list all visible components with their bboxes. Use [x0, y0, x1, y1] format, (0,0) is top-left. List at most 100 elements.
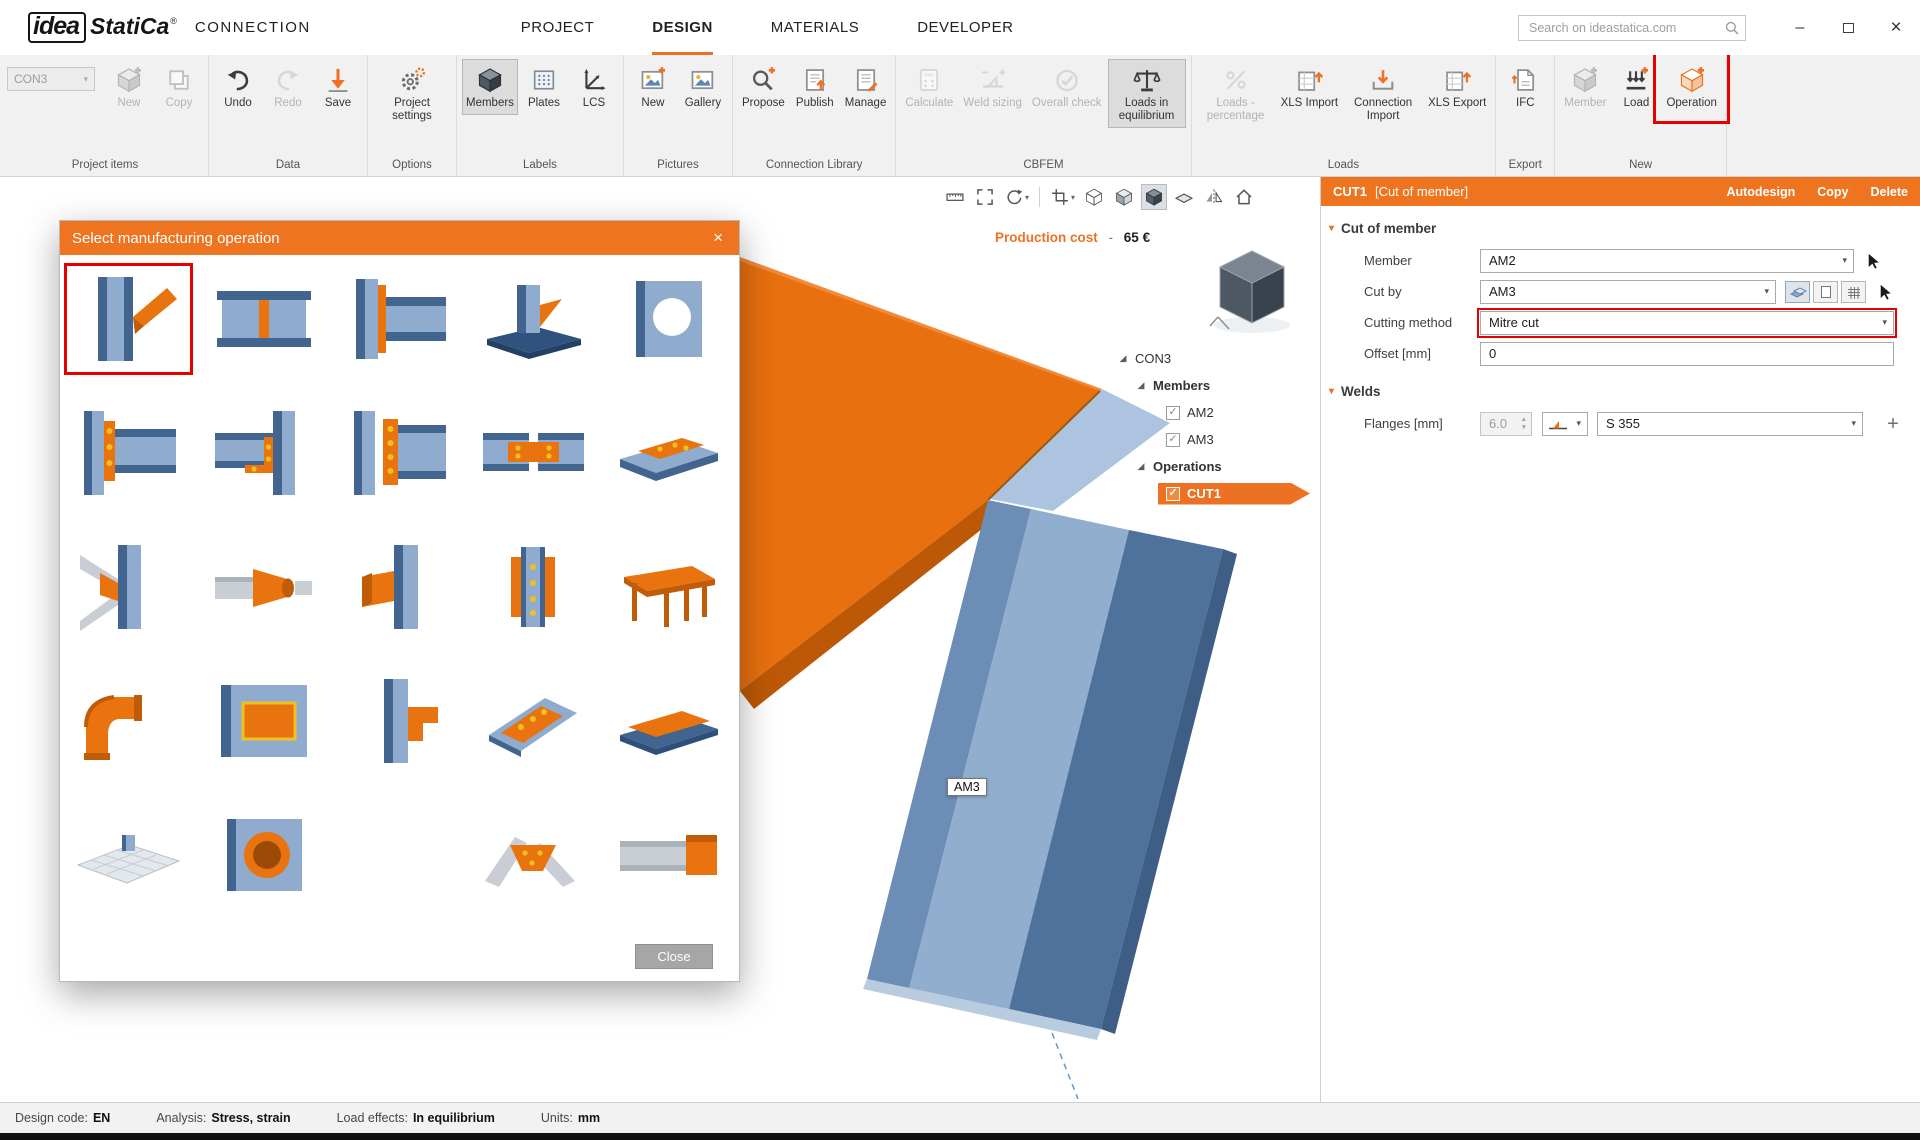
member-select[interactable]: AM2 ▾ — [1480, 249, 1854, 273]
ribbon-button-plates[interactable]: Plates — [520, 59, 568, 115]
weld-type-select[interactable]: ▾ — [1542, 412, 1588, 436]
cutby-plate-button[interactable] — [1813, 281, 1838, 303]
ribbon-button-members[interactable]: Members — [462, 59, 518, 115]
operation-thumb-flange-plate[interactable] — [612, 405, 725, 501]
chevron-down-icon: ▾ — [1851, 418, 1856, 429]
checkbox-checked[interactable]: ✓ — [1166, 406, 1180, 420]
delete-operation-button[interactable]: Delete — [1870, 185, 1908, 199]
ribbon-button-gallery[interactable]: Gallery — [679, 59, 727, 115]
close-button[interactable]: × — [1872, 0, 1920, 55]
cutby-surface-button[interactable] — [1785, 281, 1810, 303]
section-cut-of-member[interactable]: ▾ Cut of member — [1329, 221, 1920, 236]
ribbon-button-lcs[interactable]: LCS — [570, 59, 618, 115]
operation-thumb-opening-stiffener[interactable] — [207, 673, 320, 769]
pick-member-pointer-icon[interactable] — [1865, 252, 1883, 270]
search-input[interactable] — [1518, 15, 1746, 41]
tree-node-am3[interactable]: ✓ AM3 — [1118, 426, 1323, 453]
operation-thumb-welded-gusset[interactable] — [477, 807, 590, 903]
tree-node-operations[interactable]: ◢ Operations — [1118, 453, 1323, 480]
operation-thumb-bolted-plates[interactable] — [477, 539, 590, 635]
viewport-tool-cube-solid[interactable] — [1141, 184, 1167, 210]
viewport-tool-home[interactable] — [1231, 184, 1257, 210]
pick-cutby-pointer-icon[interactable] — [1877, 283, 1895, 301]
tab-project[interactable]: PROJECT — [521, 0, 595, 55]
ribbon-group-new: MemberLoadOperationNew — [1555, 55, 1727, 176]
ribbon-button-connection-import[interactable]: Connection Import — [1344, 59, 1422, 128]
checkbox-checked[interactable]: ✓ — [1166, 433, 1180, 447]
viewport-tool-measure[interactable] — [942, 184, 968, 210]
operation-thumb-gusset-plate[interactable] — [72, 539, 185, 635]
tab-design[interactable]: DESIGN — [652, 0, 713, 55]
tree-node-con3[interactable]: ◢ CON3 — [1118, 345, 1323, 372]
operation-thumb-stiffener[interactable] — [207, 271, 320, 367]
section-welds[interactable]: ▾ Welds — [1329, 384, 1920, 399]
operation-thumb-plate-cut[interactable] — [342, 673, 455, 769]
ribbon-button-publish[interactable]: Publish — [791, 59, 839, 115]
operation-thumb-surface-plate[interactable] — [612, 673, 725, 769]
viewport-tool-mirror[interactable] — [1201, 184, 1227, 210]
dialog-close-icon[interactable]: × — [709, 228, 727, 248]
ribbon-button-new[interactable]: New — [629, 59, 677, 115]
ribbon-button-xls-import[interactable]: XLS Import — [1277, 59, 1343, 115]
dialog-titlebar[interactable]: Select manufacturing operation × — [60, 221, 739, 255]
ribbon-button-project-settings[interactable]: Project settings — [373, 59, 451, 128]
copy-operation-button[interactable]: Copy — [1817, 185, 1848, 199]
operation-thumb-concrete-block[interactable] — [72, 807, 185, 903]
operation-thumb-cleat[interactable] — [207, 405, 320, 501]
cutting-method-select[interactable]: Mitre cut ▾ — [1480, 311, 1894, 335]
operation-thumb-end-plate[interactable] — [342, 271, 455, 367]
operation-thumb-workplane[interactable] — [612, 539, 725, 635]
minimize-button[interactable]: – — [1776, 0, 1824, 55]
offset-input[interactable] — [1480, 342, 1894, 366]
ribbon-button-xls-export[interactable]: XLS Export — [1424, 59, 1490, 115]
viewport-tool-cube-wire[interactable] — [1081, 184, 1107, 210]
ribbon-button-propose[interactable]: Propose — [738, 59, 789, 115]
dialog-close-button[interactable]: Close — [635, 944, 713, 969]
manage-icon — [852, 66, 880, 94]
autodesign-button[interactable]: Autodesign — [1726, 185, 1795, 199]
operation-thumb-base-plate[interactable] — [477, 271, 590, 367]
tree-node-members[interactable]: ◢ Members — [1118, 372, 1323, 399]
ribbon-button-save[interactable]: Save — [314, 59, 362, 115]
ribbon-button-operation[interactable]: Operation — [1662, 59, 1721, 115]
operation-thumb-cone[interactable] — [207, 539, 320, 635]
viewport-tool-plane[interactable] — [1171, 184, 1197, 210]
viewport-tool-fit[interactable] — [972, 184, 998, 210]
status-units: Units:mm — [541, 1111, 600, 1125]
checkbox-checked[interactable]: ✓ — [1166, 487, 1180, 501]
expander-icon[interactable]: ◢ — [1118, 353, 1128, 364]
operation-thumb-negative-volume[interactable] — [207, 807, 320, 903]
operation-thumb-connecting-plate[interactable] — [72, 405, 185, 501]
viewport-tool-orbit[interactable]: ▾ — [1002, 184, 1031, 210]
tree-node-am2[interactable]: ✓ AM2 — [1118, 399, 1323, 426]
ribbon-button-load[interactable]: Load — [1612, 59, 1660, 115]
expander-icon[interactable]: ◢ — [1136, 380, 1146, 391]
operation-thumb-stub[interactable] — [342, 539, 455, 635]
viewport-tool-section[interactable]: ▾ — [1048, 184, 1077, 210]
weld-material-select[interactable]: S 355 ▾ — [1597, 412, 1863, 436]
operation-thumb-splice[interactable] — [477, 405, 590, 501]
ribbon-button-manage[interactable]: Manage — [841, 59, 891, 115]
ribbon-con3-selector[interactable]: CON3▾ — [7, 67, 95, 91]
expander-icon[interactable]: ◢ — [1136, 461, 1146, 472]
viewport-tool-cube-shaded[interactable] — [1111, 184, 1137, 210]
operation-thumb-bend[interactable] — [72, 673, 185, 769]
maximize-button[interactable] — [1824, 0, 1872, 55]
cutby-grid-button[interactable] — [1841, 281, 1866, 303]
operation-thumb-fin-plate[interactable] — [342, 405, 455, 501]
ribbon-button-ifc[interactable]: IFC — [1501, 59, 1549, 115]
toolbar-divider — [1039, 187, 1040, 207]
tab-materials[interactable]: MATERIALS — [771, 0, 859, 55]
operation-thumb-inclined-splice[interactable] — [477, 673, 590, 769]
ribbon-button-loads-percentage: Loads - percentage — [1197, 59, 1275, 128]
tree-node-cut1-selected[interactable]: ✓ CUT1 — [1158, 483, 1310, 505]
add-weld-button[interactable]: + — [1881, 414, 1905, 434]
operation-thumb-cut-of-member[interactable] — [72, 271, 185, 367]
operation-thumb-member-from-plate[interactable] — [612, 807, 725, 903]
navigation-cube[interactable] — [1206, 245, 1298, 342]
tab-developer[interactable]: DEVELOPER — [917, 0, 1013, 55]
cut-by-select[interactable]: AM3 ▾ — [1480, 280, 1776, 304]
ribbon-button-undo[interactable]: Undo — [214, 59, 262, 115]
ribbon-button-loads-in-equilibrium[interactable]: Loads in equilibrium — [1108, 59, 1186, 128]
operation-thumb-opening[interactable] — [612, 271, 725, 367]
